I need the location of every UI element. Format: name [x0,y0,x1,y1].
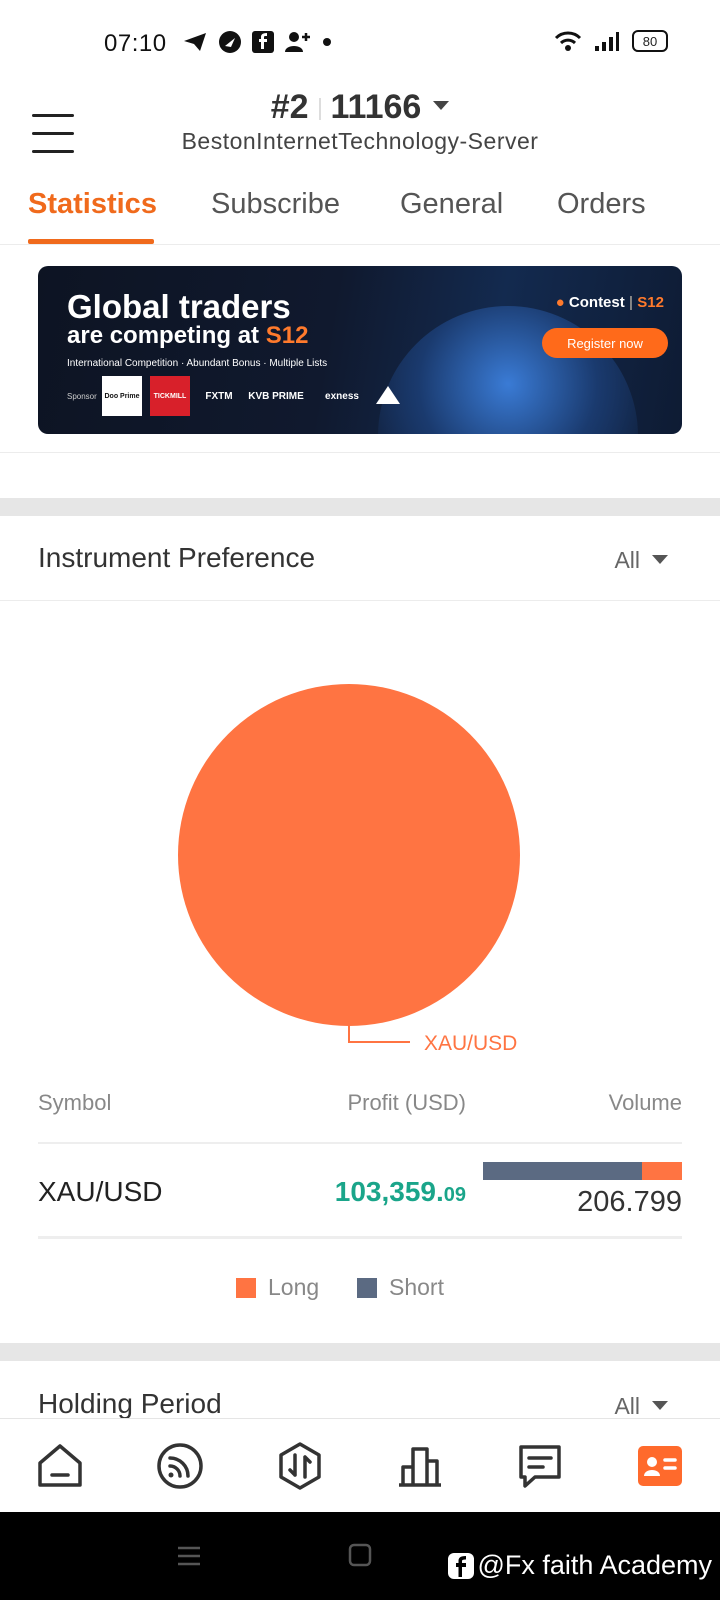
register-now-button[interactable]: Register now [542,328,668,358]
volume-short-segment [483,1162,642,1180]
holding-period-title: Holding Period [38,1388,222,1419]
chevron-down-icon [652,1401,668,1411]
account-selector[interactable]: #2 11166 [0,88,720,127]
messages-icon[interactable] [515,1441,565,1491]
column-symbol: Symbol [38,1090,112,1115]
tab-subscribe[interactable]: Subscribe [211,188,340,221]
facebook-icon [447,1552,474,1579]
feed-icon[interactable] [155,1441,205,1491]
tab-bar: Statistics Subscribe General Orders [0,172,720,245]
legend-long: Long [236,1274,319,1301]
row-divider [38,1236,682,1239]
legend-short-swatch [357,1277,377,1298]
banner-tagline: International Competition · Abundant Bon… [67,358,328,369]
legend-long-swatch [236,1277,256,1298]
notification-icons [182,30,332,54]
tab-orders[interactable]: Orders [557,188,646,221]
contest-banner[interactable]: Global traders are competing at S12 Inte… [38,266,682,434]
row-divider [38,1142,682,1144]
volume-bar [483,1162,682,1180]
navigation-icon [219,31,241,53]
sponsor-label: Sponsor [67,392,97,401]
banner-headline: Global traders [67,288,291,325]
pie-slice-label: XAU/USD [424,1032,517,1055]
sponsor-logo-fxtm: FXTM [205,390,233,402]
sponsor-logo-mountain-icon [376,386,400,404]
status-bar: 07:10 80 [0,0,720,88]
pie-slice-xau-usd[interactable] [178,684,520,1026]
account-number: #2 [270,88,309,126]
chart-legend: Long Short [0,1274,720,1308]
volume-long-segment [642,1162,682,1180]
section-divider [0,1343,720,1361]
legend-short: Short [357,1274,444,1301]
holding-filter-dropdown[interactable]: All [614,1393,668,1420]
chevron-down-icon [652,555,668,565]
banner-subheadline: are competing at S12 [67,322,309,349]
section-divider [0,498,720,516]
add-user-icon [285,32,310,52]
column-volume: Volume [608,1090,682,1115]
column-profit: Profit (USD) [347,1090,466,1115]
active-tab-indicator [28,239,154,244]
app-header: #2 11166 BestonInternetTechnology-Server [0,88,720,172]
home-button-icon[interactable] [348,1543,372,1567]
sponsor-logo-tickmill: TICKMILL [150,376,190,416]
facebook-notification-icon [252,31,274,53]
ranking-icon[interactable] [395,1441,445,1491]
bottom-navigation [0,1418,720,1513]
contest-label: ● Contest | S12 [555,294,664,311]
tab-general[interactable]: General [400,188,503,221]
home-icon[interactable] [35,1441,85,1491]
dot-icon [323,38,331,46]
battery-icon: 80 [632,30,668,52]
tab-statistics[interactable]: Statistics [28,188,157,221]
account-id: 11166 [330,88,422,126]
telegram-icon [184,33,206,51]
row-symbol: XAU/USD [38,1176,163,1207]
status-time: 07:10 [104,30,167,57]
instrument-table-header: Symbol Profit (USD) Volume [38,1090,682,1122]
instrument-pie-chart: XAU/USD [0,600,720,1070]
instrument-filter-dropdown[interactable]: All [614,547,668,574]
recent-apps-icon[interactable] [176,1544,202,1568]
system-icons: 80 [554,30,668,52]
watermark: @Fx faith Academy [447,1550,712,1581]
sponsor-logo-exness: exness [325,390,359,402]
system-navigation-bar: @Fx faith Academy [0,1512,720,1600]
divider [0,452,720,453]
profile-icon[interactable] [635,1441,685,1491]
row-volume: 206.799 [577,1186,682,1218]
wifi-icon [554,31,582,51]
signal-icon [595,32,619,51]
trade-icon[interactable] [275,1441,325,1491]
row-profit: 103,359.09 [334,1176,466,1207]
server-name: BestonInternetTechnology-Server [181,128,539,154]
instrument-preference-title: Instrument Preference [38,542,316,573]
sponsor-logo-doo-prime: Doo Prime [102,376,142,416]
chevron-down-icon [433,100,450,110]
sponsor-logo-kvb: KVB PRIME [248,390,304,402]
pie-chart-svg: XAU/USD [178,684,520,1055]
